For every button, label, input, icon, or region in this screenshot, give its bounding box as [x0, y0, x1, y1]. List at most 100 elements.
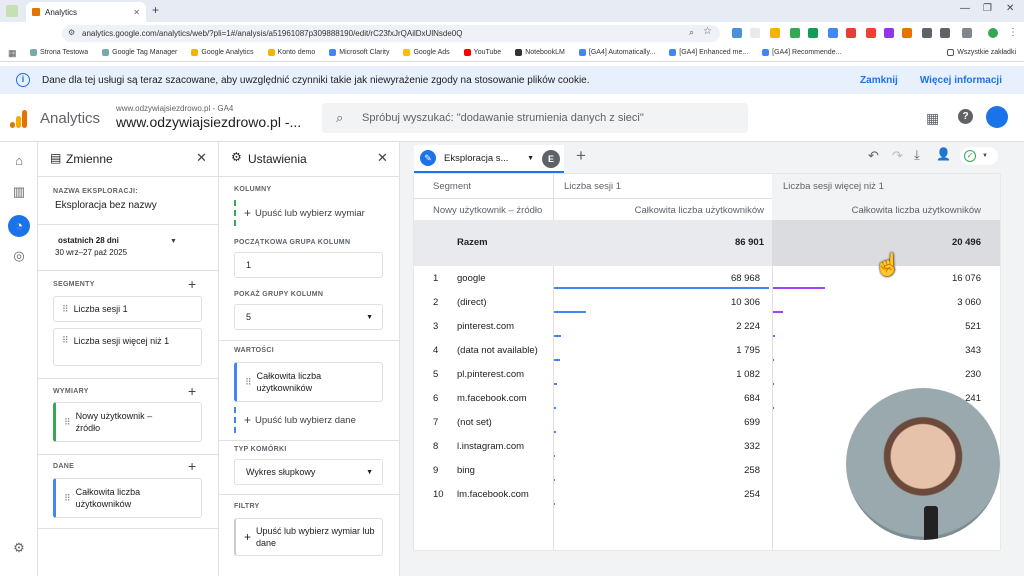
analytics-logo-icon[interactable]	[10, 110, 28, 128]
dimension-header[interactable]: Nowy użytkownik – źródło	[433, 205, 542, 216]
bookmark-star-icon[interactable]: ☆	[703, 26, 712, 37]
bookmark-item[interactable]: Google Ads	[403, 49, 450, 56]
add-metric-icon[interactable]: +	[188, 458, 196, 474]
bookmark-item[interactable]: Konto demo	[267, 49, 315, 56]
table-row[interactable]: 3 pinterest.com 2 224 521	[414, 314, 1000, 338]
site-info-icon[interactable]: ⚙	[68, 28, 75, 37]
segment-column-1[interactable]: Liczba sesji 1	[564, 181, 621, 192]
advertising-icon[interactable]: ◎	[11, 248, 27, 264]
url-bar[interactable]: ⚙ analytics.google.com/analytics/web/?pl…	[62, 25, 720, 42]
bookmark-item[interactable]: [GA4] Recommende...	[762, 49, 841, 56]
exploration-name-input[interactable]: Eksploracja bez nazwy	[55, 200, 157, 211]
close-settings-icon[interactable]: ✕	[377, 150, 388, 166]
columns-label: KOLUMNY	[234, 186, 272, 193]
banner-more-info-link[interactable]: Więcej informacji	[920, 75, 1002, 86]
table-row[interactable]: 4 (data not available) 1 795 343	[414, 338, 1000, 362]
date-range-label: ostatnich 28 dni	[58, 236, 119, 245]
metric-header[interactable]: Całkowita liczba użytkowników	[783, 205, 981, 216]
values-drop-zone[interactable]: + Upuść lub wybierz dane	[234, 407, 384, 433]
extension-icon[interactable]	[828, 28, 838, 38]
undo-icon[interactable]: ↶	[868, 148, 879, 164]
bookmark-item[interactable]: Strona Testowa	[30, 49, 88, 56]
filters-drop-zone[interactable]: + Upuść lub wybierz wymiar lub dane	[234, 518, 383, 556]
cell-type-select[interactable]: Wykres słupkowy ▼	[234, 459, 383, 485]
metric-header[interactable]: Całkowita liczba użytkowników	[564, 205, 764, 216]
check-icon: ✓	[964, 150, 976, 162]
browser-tab[interactable]: Analytics ✕	[26, 2, 146, 22]
explore-icon[interactable]: ◔	[8, 215, 30, 237]
extension-icon[interactable]	[884, 28, 894, 38]
extension-icon[interactable]	[790, 28, 800, 38]
segment-chip[interactable]: ⠿ Liczba sesji więcej niż 1	[53, 328, 202, 366]
bookmark-item[interactable]: [GA4] Enhanced me...	[669, 49, 748, 56]
start-group-input[interactable]: 1	[234, 252, 383, 278]
bar-segment-1	[554, 359, 560, 361]
reports-icon[interactable]: ▥	[11, 184, 27, 200]
row-value-segment-1: 68 968	[730, 273, 760, 284]
download-icon[interactable]: ⤓	[914, 147, 920, 163]
bookmark-item[interactable]: [GA4] Automatically...	[578, 49, 655, 56]
browser-menu-icon[interactable]: ⋮	[1008, 27, 1018, 38]
date-range-selector[interactable]: ostatnich 28 dni 30 wrz–27 paź 2025 ▼	[52, 234, 178, 262]
close-tab-icon[interactable]: ✕	[133, 8, 140, 17]
extension-icon[interactable]	[962, 28, 972, 38]
property-selector[interactable]: www.odzywiajsiezdrowo.pl -...	[116, 114, 301, 130]
extension-icon[interactable]	[902, 28, 912, 38]
extension-icon[interactable]	[922, 28, 932, 38]
table-row[interactable]: 5 pl.pinterest.com 1 082 230	[414, 362, 1000, 386]
bookmark-item[interactable]: Microsoft Clarity	[329, 49, 389, 56]
add-segment-icon[interactable]: +	[188, 276, 196, 292]
bookmark-item[interactable]: YouTube	[463, 49, 501, 56]
table-row[interactable]: 2 (direct) 10 306 3 060	[414, 290, 1000, 314]
tab-badge[interactable]: E	[542, 150, 560, 168]
show-groups-select[interactable]: 5 ▼	[234, 304, 383, 330]
account-avatar[interactable]	[986, 106, 1008, 128]
new-tab-icon[interactable]: +	[152, 3, 159, 17]
banner-close-button[interactable]: Zamknij	[860, 75, 898, 86]
apps-grid-icon[interactable]: ▦	[8, 48, 17, 59]
product-name: Analytics	[40, 110, 101, 127]
dimension-chip[interactable]: ⠿ Nowy użytkownik – źródło	[53, 402, 202, 442]
tab-search-icon[interactable]	[6, 5, 18, 17]
edit-pencil-icon[interactable]: ✎	[420, 150, 436, 166]
extension-icon[interactable]	[866, 28, 876, 38]
total-value: 86 901	[734, 237, 764, 248]
extension-icon[interactable]	[846, 28, 856, 38]
maximize-icon[interactable]: ❐	[983, 3, 992, 14]
status-dropdown[interactable]: ✓ ▼	[960, 147, 998, 165]
redo-icon[interactable]: ↷	[892, 148, 903, 164]
minimize-icon[interactable]: —	[960, 3, 970, 14]
search-input[interactable]: ⌕ Spróbuj wyszukać: "dodawanie strumieni…	[322, 103, 748, 133]
apps-icon[interactable]: ▦	[926, 110, 939, 127]
metric-chip[interactable]: ⠿ Całkowita liczba użytkowników	[53, 478, 202, 518]
add-dimension-icon[interactable]: +	[188, 383, 196, 399]
extension-icon[interactable]	[808, 28, 818, 38]
columns-drop-zone[interactable]: + Upuść lub wybierz wymiar	[234, 200, 384, 226]
extension-icon[interactable]	[750, 28, 760, 38]
value-chip[interactable]: ⠿ Całkowita liczba użytkowników	[234, 362, 383, 402]
share-user-icon[interactable]: 👤	[936, 147, 951, 161]
segment-column-2[interactable]: Liczba sesji więcej niż 1	[783, 181, 884, 192]
extensions-puzzle-icon[interactable]	[940, 28, 950, 38]
close-window-icon[interactable]: ✕	[1006, 3, 1014, 14]
all-bookmarks-folder[interactable]: Wszystkie zakładki	[947, 49, 1016, 56]
bar-fill-segment-1	[554, 314, 561, 335]
admin-gear-icon[interactable]: ⚙	[11, 540, 27, 556]
segment-chip[interactable]: ⠿ Liczba sesji 1	[53, 296, 202, 322]
bookmark-item[interactable]: Google Tag Manager	[102, 49, 177, 56]
extension-icon[interactable]	[770, 28, 780, 38]
add-tab-icon[interactable]: +	[576, 146, 586, 166]
home-icon[interactable]: ⌂	[11, 153, 27, 169]
chevron-down-icon[interactable]: ▼	[527, 155, 534, 162]
row-rank: 6	[433, 393, 439, 404]
profile-avatar[interactable]	[988, 28, 998, 38]
help-icon[interactable]: ?	[958, 109, 973, 124]
zoom-icon[interactable]: ⌕	[689, 27, 694, 38]
bookmark-item[interactable]: Google Analytics	[191, 49, 254, 56]
row-rank: 3	[433, 321, 439, 332]
extension-icon[interactable]	[732, 28, 742, 38]
close-variables-icon[interactable]: ✕	[196, 150, 207, 166]
bar-segment-1	[554, 311, 586, 313]
bookmark-item[interactable]: NotebookLM	[515, 49, 565, 56]
table-row[interactable]: 1 google 68 968 16 076	[414, 266, 1000, 290]
